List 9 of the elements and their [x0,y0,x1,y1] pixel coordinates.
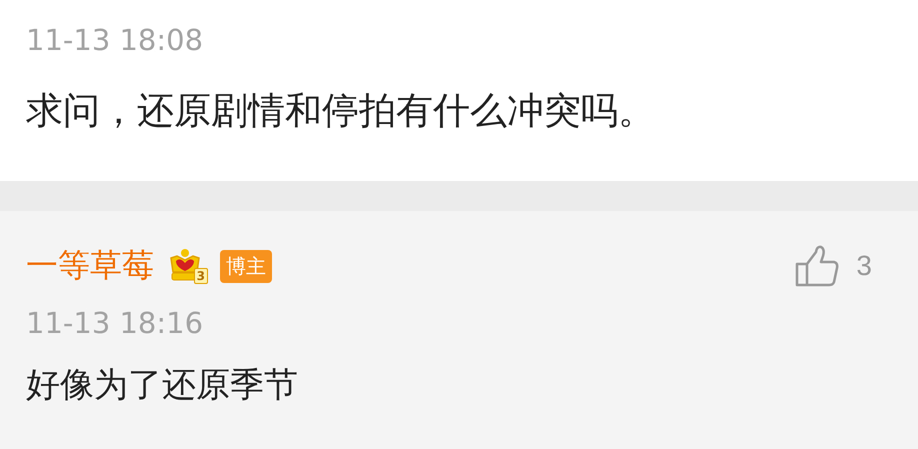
thumbs-up-icon [794,244,840,288]
author-badge: 博主 [220,250,272,282]
post-text: 求问，还原剧情和停拍有什么冲突吗。 [26,88,656,134]
username-link[interactable]: 一等草莓 [26,244,154,288]
post-time: 11-13 18:08 [26,22,204,59]
reply-time: 11-13 18:16 [26,305,204,342]
like-button[interactable]: 3 [794,244,872,288]
crown-level-badge: 3 [168,248,208,284]
reply-text: 好像为了还原季节 [26,364,299,407]
